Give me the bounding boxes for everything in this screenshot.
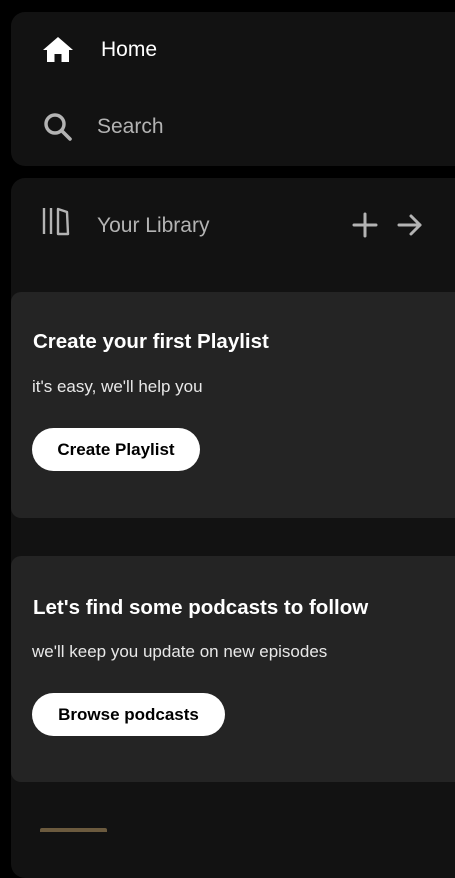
nav-panel: Home Search	[11, 12, 455, 166]
card-title: Create your first Playlist	[33, 330, 269, 353]
home-icon	[43, 37, 73, 62]
thumbnail-peek	[40, 828, 107, 832]
card-title: Let's find some podcasts to follow	[33, 596, 369, 619]
library-label[interactable]: Your Library	[97, 214, 209, 238]
create-playlist-card: Create your first Playlist it's easy, we…	[11, 292, 455, 518]
card-subtitle: it's easy, we'll help you	[32, 377, 203, 396]
search-icon	[44, 113, 72, 141]
plus-icon[interactable]	[350, 210, 380, 240]
browse-podcasts-card: Let's find some podcasts to follow we'll…	[11, 556, 455, 782]
arrow-right-icon[interactable]	[395, 210, 425, 240]
nav-search-label: Search	[97, 115, 164, 138]
create-playlist-button[interactable]: Create Playlist	[32, 428, 200, 471]
card-subtitle: we'll keep you update on new episodes	[32, 642, 328, 661]
library-header: Your Library	[11, 178, 455, 274]
library-panel: Your Library Create your first Playlist …	[11, 178, 455, 878]
library-icon[interactable]	[41, 206, 73, 238]
browse-podcasts-button[interactable]: Browse podcasts	[32, 693, 225, 736]
nav-home-label: Home	[101, 38, 158, 61]
